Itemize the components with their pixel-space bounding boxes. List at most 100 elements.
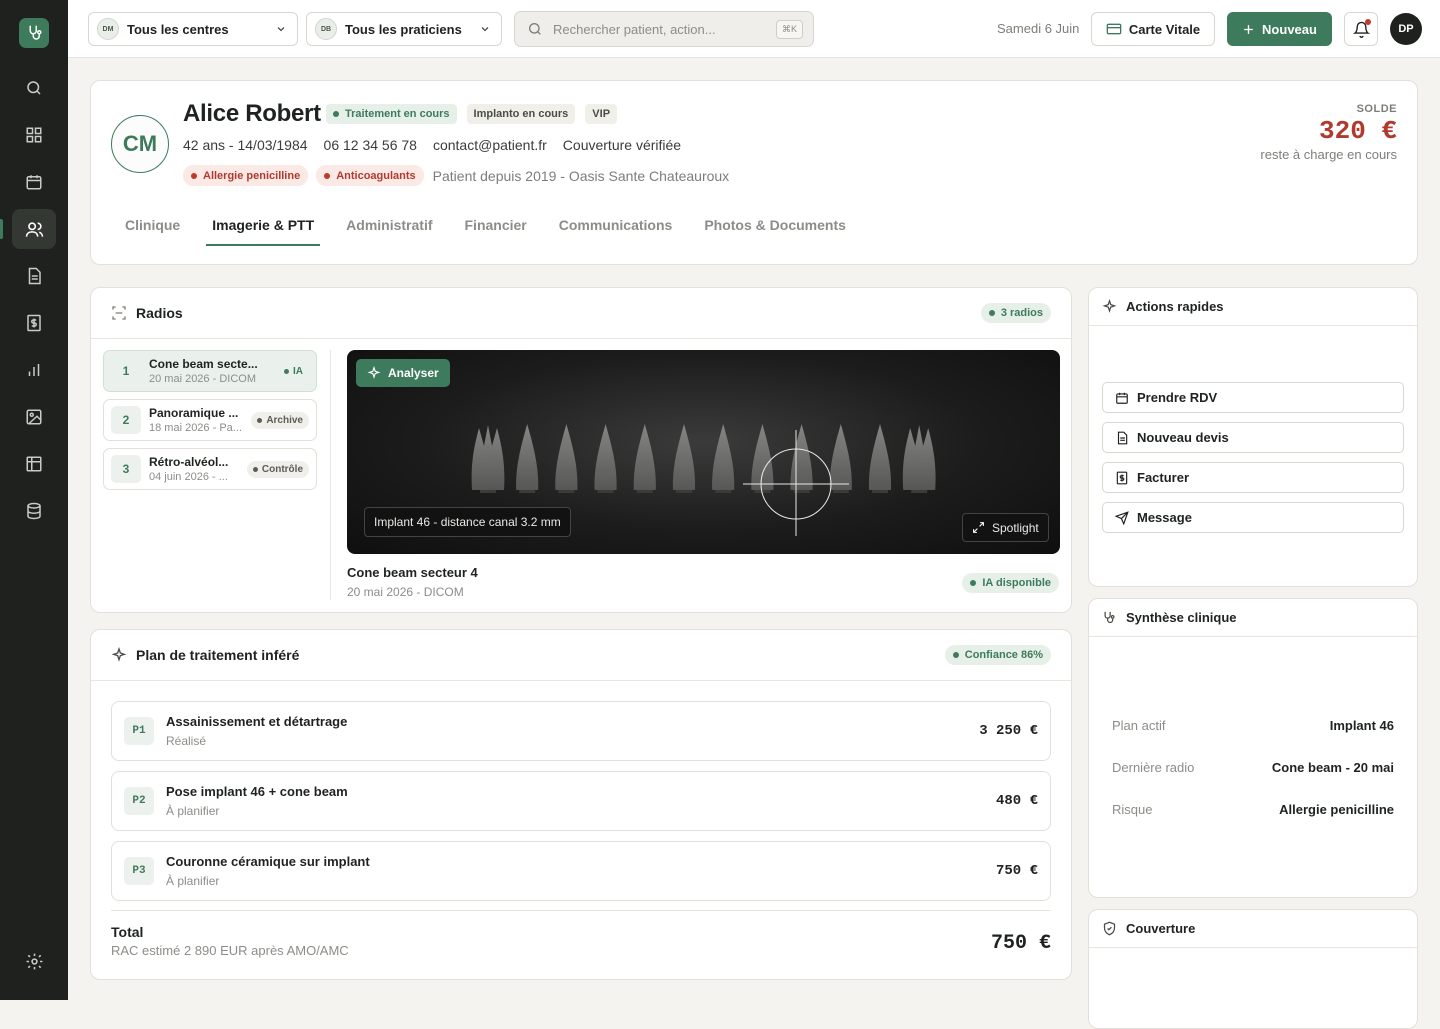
- plan-header: Plan de traitement inféré Confiance 86%: [91, 630, 1071, 681]
- document-icon: [1117, 431, 1128, 444]
- tooth-shape: [902, 425, 936, 490]
- spotlight-button[interactable]: Spotlight: [962, 513, 1049, 542]
- sidebar-item-stats[interactable]: [12, 350, 56, 390]
- plan-row-status: Réalisé: [166, 734, 207, 748]
- app-logo[interactable]: [19, 18, 49, 48]
- plan-row-status: À planifier: [166, 804, 220, 818]
- radio-item[interactable]: 1 Cone beam secte... 20 mai 2026 - DICOM…: [103, 350, 317, 392]
- coverage-title: Couverture: [1126, 921, 1196, 936]
- new-button[interactable]: Nouveau: [1227, 12, 1332, 46]
- sparkle-icon: [111, 647, 127, 662]
- radio-badge-label: Archive: [266, 414, 303, 426]
- tooth-root: [480, 490, 496, 493]
- radio-item[interactable]: 2 Panoramique ... 18 mai 2026 - Pa... Ar…: [103, 399, 317, 441]
- prendre-rdv-button[interactable]: Prendre RDV: [1102, 382, 1404, 413]
- plan-code: P3: [124, 857, 154, 885]
- sidebar-item-database[interactable]: [12, 491, 56, 531]
- radio-viewer[interactable]: Analyser Implant 46 - distance canal 3.2…: [347, 350, 1060, 554]
- alert-dot: [324, 172, 331, 179]
- tooth-shape: [868, 424, 892, 490]
- status-dot: [333, 111, 339, 117]
- radio-item[interactable]: 3 Rétro-alvéol... 04 juin 2026 - ... Con…: [103, 448, 317, 490]
- sparkle-icon: [1102, 299, 1117, 313]
- calendar-icon: [1116, 392, 1128, 404]
- ia-available-label: IA disponible: [982, 577, 1051, 589]
- sidebar-item-agenda[interactable]: [12, 162, 56, 202]
- alert-badge: Allergie penicilline: [183, 165, 309, 186]
- tooth-shape: [790, 424, 813, 490]
- patient-phone[interactable]: 06 12 34 56 78: [324, 137, 417, 153]
- center-select[interactable]: DM Tous les centres: [88, 12, 298, 46]
- table-icon: [26, 456, 42, 472]
- practitioner-avatar: DB: [315, 18, 337, 40]
- message-label: Message: [1137, 510, 1192, 525]
- sidebar-item-settings[interactable]: [12, 941, 56, 981]
- chart-icon: [28, 364, 40, 376]
- balance-label: SOLDE: [1356, 103, 1397, 115]
- nouveau-devis-button[interactable]: Nouveau devis: [1102, 422, 1404, 453]
- radio-number: 3: [111, 455, 141, 483]
- total-sub: RAC estimé 2 890 EUR après AMO/AMC: [111, 943, 349, 958]
- tooth-shape: [829, 424, 852, 490]
- plan-row[interactable]: P1 Assainissement et détartrage Réalisé 3…: [111, 701, 1051, 761]
- tooth-shape: [712, 424, 735, 490]
- plan-row[interactable]: P3 Couronne céramique sur implant À plani…: [111, 841, 1051, 901]
- message-button[interactable]: Message: [1102, 502, 1404, 533]
- facturer-button[interactable]: Facturer: [1102, 462, 1404, 493]
- tooth-root: [676, 490, 692, 493]
- database-icon: [27, 502, 41, 520]
- user-avatar[interactable]: DP: [1390, 13, 1422, 45]
- tab-imagerie[interactable]: Imagerie & PTT: [206, 207, 321, 246]
- tab-photos-documents[interactable]: Photos & Documents: [698, 207, 852, 244]
- plan-title: Plan de traitement inféré: [136, 647, 300, 663]
- quick-actions-header: Actions rapides: [1089, 288, 1417, 326]
- sidebar-item-dashboard[interactable]: [12, 115, 56, 155]
- badge-dot: [284, 368, 289, 374]
- search-input[interactable]: [553, 21, 766, 37]
- radio-number: 2: [111, 406, 141, 434]
- patient-email[interactable]: contact@patient.fr: [433, 137, 547, 153]
- divider: [111, 910, 1051, 911]
- patient-since: Patient depuis 2019 - Oasis Sante Chatea…: [432, 167, 730, 184]
- sidebar: [0, 0, 68, 1000]
- tooth-shape: [751, 424, 774, 490]
- radios-panel: Radios 3 radios 1 Cone beam secte... 20 …: [90, 287, 1072, 613]
- viewer-subtitle: 20 mai 2026 - DICOM: [347, 585, 464, 599]
- sidebar-item-patients[interactable]: [0, 209, 56, 249]
- sidebar-item-imaging[interactable]: [12, 397, 56, 437]
- practitioner-select[interactable]: DB Tous les praticiens: [306, 12, 502, 46]
- practitioner-select-label: Tous les praticiens: [345, 21, 462, 37]
- tab-clinique[interactable]: Clinique: [119, 207, 186, 244]
- radio-sub: 04 juin 2026 - ...: [149, 471, 228, 483]
- clinical-summary-panel: Synthèse clinique Plan actif Implant 46 D…: [1088, 598, 1418, 898]
- plan-row-amount: 750 €: [995, 863, 1038, 879]
- analyse-button[interactable]: Analyser: [356, 359, 450, 387]
- plan-row[interactable]: P2 Pose implant 46 + cone beam À planifie…: [111, 771, 1051, 831]
- tooth-root: [911, 490, 928, 493]
- sidebar-item-search[interactable]: [12, 68, 56, 108]
- tab-financier[interactable]: Financier: [459, 207, 533, 244]
- facturer-label: Facturer: [1137, 470, 1190, 485]
- tooth-root: [636, 490, 653, 493]
- sidebar-item-documents[interactable]: [12, 256, 56, 296]
- summary-key: Plan actif: [1112, 718, 1166, 733]
- notification-dot: [1365, 19, 1371, 25]
- image-icon: [26, 409, 42, 425]
- tab-administratif[interactable]: Administratif: [340, 207, 438, 244]
- badge-dot: [252, 466, 258, 472]
- radio-title: Rétro-alvéol...: [149, 455, 229, 469]
- notifications-button[interactable]: [1344, 12, 1378, 46]
- radios-count: 3 radios: [1000, 307, 1043, 319]
- sidebar-item-table[interactable]: [12, 444, 56, 484]
- sidebar-item-billing[interactable]: [12, 303, 56, 343]
- radio-badge-label: Contrôle: [261, 463, 303, 475]
- ia-available-badge: IA disponible: [962, 573, 1059, 593]
- divider: [330, 350, 331, 600]
- alert-label: Anticoagulants: [336, 169, 416, 182]
- billing-icon: [27, 314, 41, 332]
- patient-age-dob: 42 ans - 14/03/1984: [183, 137, 308, 153]
- patient-info: 42 ans - 14/03/1984 06 12 34 56 78 conta…: [183, 137, 681, 153]
- tab-communications[interactable]: Communications: [553, 207, 679, 244]
- plan-text: Pose implant 46 + cone beam À planifier: [166, 784, 984, 818]
- carte-vitale-button[interactable]: Carte Vitale: [1091, 12, 1215, 46]
